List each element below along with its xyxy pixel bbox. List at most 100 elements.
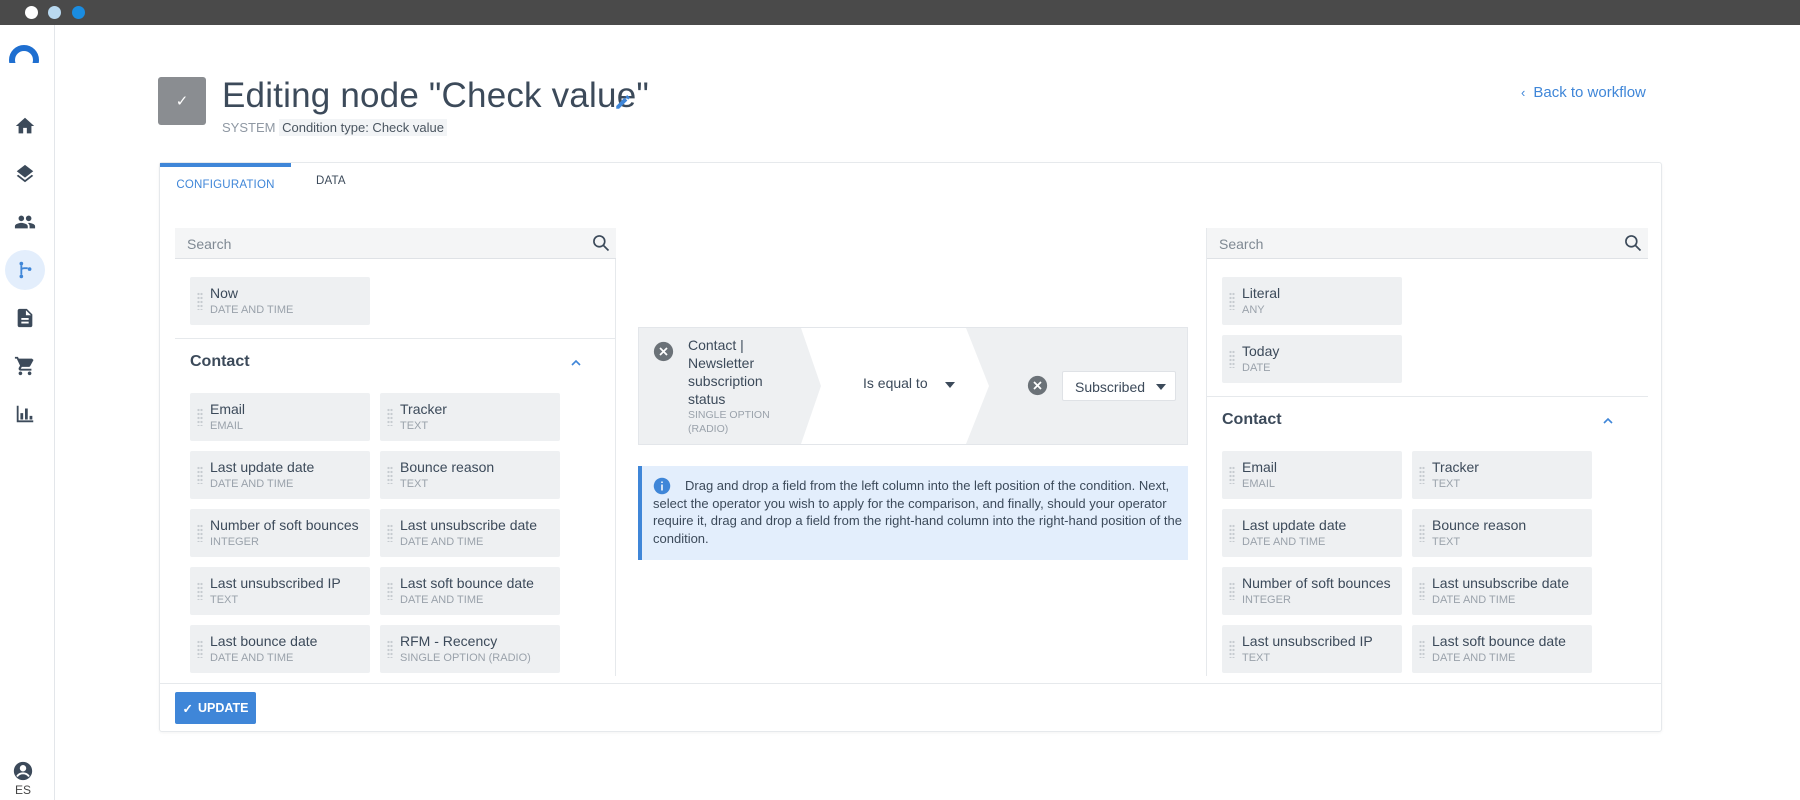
contacts-icon[interactable] — [5, 202, 45, 242]
field-type: EMAIL — [1242, 478, 1276, 490]
field-chip[interactable]: Last unsubscribed IP TEXT — [190, 567, 370, 615]
help-info-text: Drag and drop a field from the left colu… — [653, 478, 1182, 546]
remove-circle-icon[interactable] — [653, 341, 674, 362]
field-chip-literal[interactable]: Literal ANY — [1222, 277, 1402, 325]
drag-handle-icon[interactable] — [387, 582, 393, 600]
drag-handle-icon[interactable] — [387, 466, 393, 484]
field-type: DATE — [1242, 362, 1271, 374]
drag-handle-icon[interactable] — [197, 408, 203, 426]
field-chip[interactable]: Last soft bounce date DATE AND TIME — [1412, 625, 1592, 673]
field-chip[interactable]: Last unsubscribed IP TEXT — [1222, 625, 1402, 673]
chevron-up-icon[interactable] — [1601, 416, 1615, 426]
search-icon[interactable] — [591, 233, 611, 253]
field-type: TEXT — [210, 594, 239, 606]
right-search-input[interactable] — [1207, 228, 1607, 259]
left-search-input[interactable] — [175, 228, 575, 259]
condition-builder: Contact | Newsletter subscription status… — [617, 228, 1205, 676]
drag-handle-icon[interactable] — [1229, 292, 1235, 310]
condition-row: Contact | Newsletter subscription status… — [638, 327, 1188, 445]
drag-handle-icon[interactable] — [1229, 582, 1235, 600]
field-chip[interactable]: Last unsubscribe date DATE AND TIME — [380, 509, 560, 557]
window-titlebar — [0, 0, 1800, 25]
value-select[interactable]: Subscribed — [1062, 371, 1176, 401]
field-name: Literal — [1242, 285, 1281, 301]
drag-handle-icon[interactable] — [1419, 582, 1425, 600]
chevron-left-icon: ‹ — [1521, 85, 1526, 100]
drag-handle-icon[interactable] — [1229, 466, 1235, 484]
back-link-label: Back to workflow — [1533, 84, 1646, 101]
field-type: TEXT — [1432, 478, 1461, 490]
remove-circle-icon[interactable] — [1027, 375, 1048, 396]
field-type: ANY — [1242, 304, 1265, 316]
left-search-box — [175, 228, 616, 259]
field-type: DATE AND TIME — [210, 652, 294, 664]
drag-handle-icon[interactable] — [1229, 350, 1235, 368]
pencil-icon[interactable] — [614, 93, 632, 111]
field-name: Tracker — [400, 401, 447, 417]
left-operand-field-name: Contact | Newsletter subscription status — [688, 337, 763, 407]
field-name: Email — [210, 401, 246, 417]
right-fields-panel: Literal ANY Today DATE Contact Email EMA… — [1206, 228, 1648, 676]
field-chip[interactable]: Last unsubscribe date DATE AND TIME — [1412, 567, 1592, 615]
checkmark-icon: ✓ — [175, 93, 189, 110]
drag-handle-icon[interactable] — [197, 640, 203, 658]
field-name: Bounce reason — [1432, 517, 1527, 533]
field-chip[interactable]: RFM - Recency SINGLE OPTION (RADIO) — [380, 625, 560, 673]
chart-icon[interactable] — [5, 394, 45, 434]
node-subtitle: SYSTEM Condition type: Check value — [222, 119, 447, 136]
field-chip-now[interactable]: Now DATE AND TIME — [190, 277, 370, 325]
drag-handle-icon[interactable] — [197, 582, 203, 600]
field-chip[interactable]: Last soft bounce date DATE AND TIME — [380, 567, 560, 615]
field-chip[interactable]: Last update date DATE AND TIME — [190, 451, 370, 499]
home-icon[interactable] — [5, 106, 45, 146]
drag-handle-icon[interactable] — [1419, 640, 1425, 658]
cart-icon[interactable] — [5, 346, 45, 386]
field-chip[interactable]: Email EMAIL — [1222, 451, 1402, 499]
drag-handle-icon[interactable] — [1229, 640, 1235, 658]
drag-handle-icon[interactable] — [387, 524, 393, 542]
field-chip[interactable]: Number of soft bounces INTEGER — [1222, 567, 1402, 615]
drag-handle-icon[interactable] — [387, 640, 393, 658]
node-editor-card: CONFIGURATION DATA Now DATE AND TIME Con… — [159, 162, 1662, 732]
user-menu[interactable]: ES — [10, 760, 36, 797]
update-button[interactable]: ✓ UPDATE — [175, 692, 256, 724]
workflow-icon[interactable] — [5, 250, 45, 290]
field-chip[interactable]: Last bounce date DATE AND TIME — [190, 625, 370, 673]
field-name: Last unsubscribe date — [1432, 575, 1569, 591]
tab-configuration[interactable]: CONFIGURATION — [160, 163, 291, 203]
field-chip[interactable]: Last update date DATE AND TIME — [1222, 509, 1402, 557]
window-close-dot[interactable] — [25, 6, 38, 19]
field-name: Now — [210, 285, 239, 301]
back-to-workflow-link[interactable]: ‹ Back to workflow — [1521, 84, 1646, 101]
field-chip[interactable]: Tracker TEXT — [380, 393, 560, 441]
drag-handle-icon[interactable] — [197, 524, 203, 542]
drag-handle-icon[interactable] — [1229, 524, 1235, 542]
field-name: Number of soft bounces — [1242, 575, 1391, 591]
field-name: Last unsubscribe date — [400, 517, 537, 533]
drag-handle-icon[interactable] — [197, 292, 203, 310]
drag-handle-icon[interactable] — [387, 408, 393, 426]
document-icon[interactable] — [5, 298, 45, 338]
window-maximize-dot[interactable] — [72, 6, 85, 19]
group-title-contact: Contact — [1222, 411, 1282, 428]
field-chip[interactable]: Email EMAIL — [190, 393, 370, 441]
field-chip-today[interactable]: Today DATE — [1222, 335, 1402, 383]
field-chip[interactable]: Bounce reason TEXT — [1412, 509, 1592, 557]
drag-handle-icon[interactable] — [1419, 466, 1425, 484]
search-icon[interactable] — [1623, 233, 1643, 253]
drag-handle-icon[interactable] — [197, 466, 203, 484]
brand-logo-icon[interactable] — [9, 45, 39, 63]
window-minimize-dot[interactable] — [48, 6, 61, 19]
drag-handle-icon[interactable] — [1419, 524, 1425, 542]
field-type: DATE AND TIME — [400, 594, 484, 606]
tab-data[interactable]: DATA — [316, 163, 346, 203]
caret-down-icon[interactable] — [945, 382, 955, 388]
field-chip[interactable]: Bounce reason TEXT — [380, 451, 560, 499]
chevron-up-icon[interactable] — [569, 358, 583, 368]
layers-icon[interactable] — [5, 154, 45, 194]
condition-left-operand[interactable]: Contact | Newsletter subscription status… — [639, 328, 804, 444]
field-chip[interactable]: Tracker TEXT — [1412, 451, 1592, 499]
field-chip[interactable]: Number of soft bounces INTEGER — [190, 509, 370, 557]
operator-select[interactable]: Is equal to — [863, 375, 928, 391]
field-type: DATE AND TIME — [1432, 652, 1516, 664]
